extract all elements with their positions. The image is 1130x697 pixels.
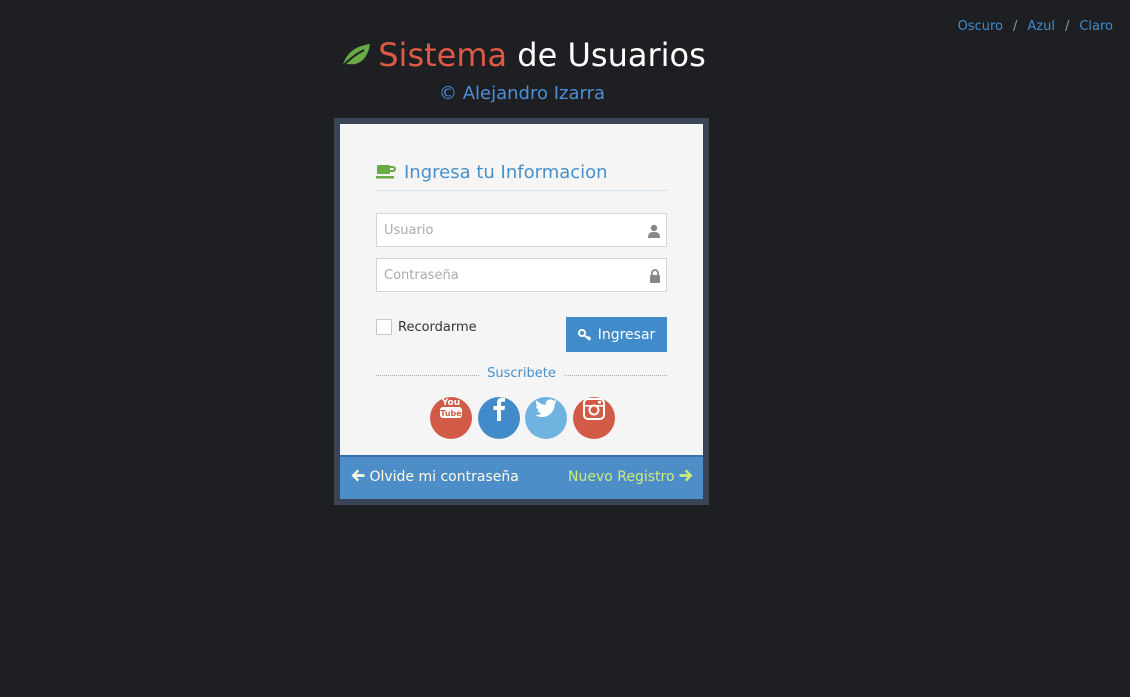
login-heading: Ingresa tu Informacion xyxy=(376,162,667,191)
forgot-password-label: Olvide mi contraseña xyxy=(369,469,519,485)
coffee-icon xyxy=(376,164,396,185)
instagram-icon xyxy=(582,398,605,420)
arrow-right-icon xyxy=(679,469,693,486)
forgot-password-link[interactable]: Olvide mi contraseña xyxy=(351,469,519,486)
twitter-button[interactable] xyxy=(525,397,567,439)
author-credit: © Alejandro Izarra xyxy=(438,83,606,104)
login-button[interactable]: Ingresar xyxy=(566,317,667,352)
theme-blue-link[interactable]: Azul xyxy=(1027,19,1055,34)
theme-switcher: Oscuro / Azul / Claro xyxy=(958,19,1113,34)
login-button-label: Ingresar xyxy=(597,326,656,343)
password-input[interactable] xyxy=(377,259,646,291)
svg-text:Tube: Tube xyxy=(440,409,462,418)
arrow-left-icon xyxy=(351,469,365,486)
login-footer: Olvide mi contraseña Nuevo Registro xyxy=(340,455,703,499)
new-registration-link[interactable]: Nuevo Registro xyxy=(568,469,693,486)
facebook-icon xyxy=(493,397,505,421)
remember-label: Recordarme xyxy=(398,319,477,335)
lock-icon xyxy=(649,268,661,287)
leaf-icon xyxy=(338,39,372,79)
remember-checkbox[interactable] xyxy=(376,319,392,335)
instagram-button[interactable] xyxy=(572,397,615,439)
user-icon xyxy=(647,223,661,242)
svg-text:You: You xyxy=(441,398,460,408)
login-heading-text: Ingresa tu Informacion xyxy=(404,162,608,183)
theme-separator: / xyxy=(1064,19,1070,34)
username-field xyxy=(376,213,667,247)
subscribe-label: Suscribete xyxy=(479,366,564,381)
theme-dark-link[interactable]: Oscuro xyxy=(958,19,1003,34)
youtube-button[interactable]: You Tube xyxy=(430,397,472,439)
key-icon xyxy=(577,328,591,341)
twitter-icon xyxy=(535,399,557,417)
page-title: Sistema de Usuarios xyxy=(336,35,708,79)
page-header: Sistema de Usuarios © Alejandro Izarra xyxy=(336,35,708,104)
password-field xyxy=(376,258,667,292)
title-rest: de Usuarios xyxy=(517,36,706,74)
theme-separator: / xyxy=(1012,19,1018,34)
subscribe-divider: Suscribete xyxy=(376,366,667,381)
login-box: Ingresa tu Informacion Recordarm xyxy=(340,124,703,455)
facebook-button[interactable] xyxy=(477,397,520,439)
theme-light-link[interactable]: Claro xyxy=(1079,19,1113,34)
youtube-icon: You Tube xyxy=(440,398,462,418)
new-registration-label: Nuevo Registro xyxy=(568,469,675,485)
social-links: You Tube xyxy=(430,397,620,439)
title-highlight: Sistema xyxy=(378,36,508,74)
username-input[interactable] xyxy=(377,214,646,246)
remember-me[interactable]: Recordarme xyxy=(376,319,477,335)
login-frame: Ingresa tu Informacion Recordarm xyxy=(334,118,709,505)
